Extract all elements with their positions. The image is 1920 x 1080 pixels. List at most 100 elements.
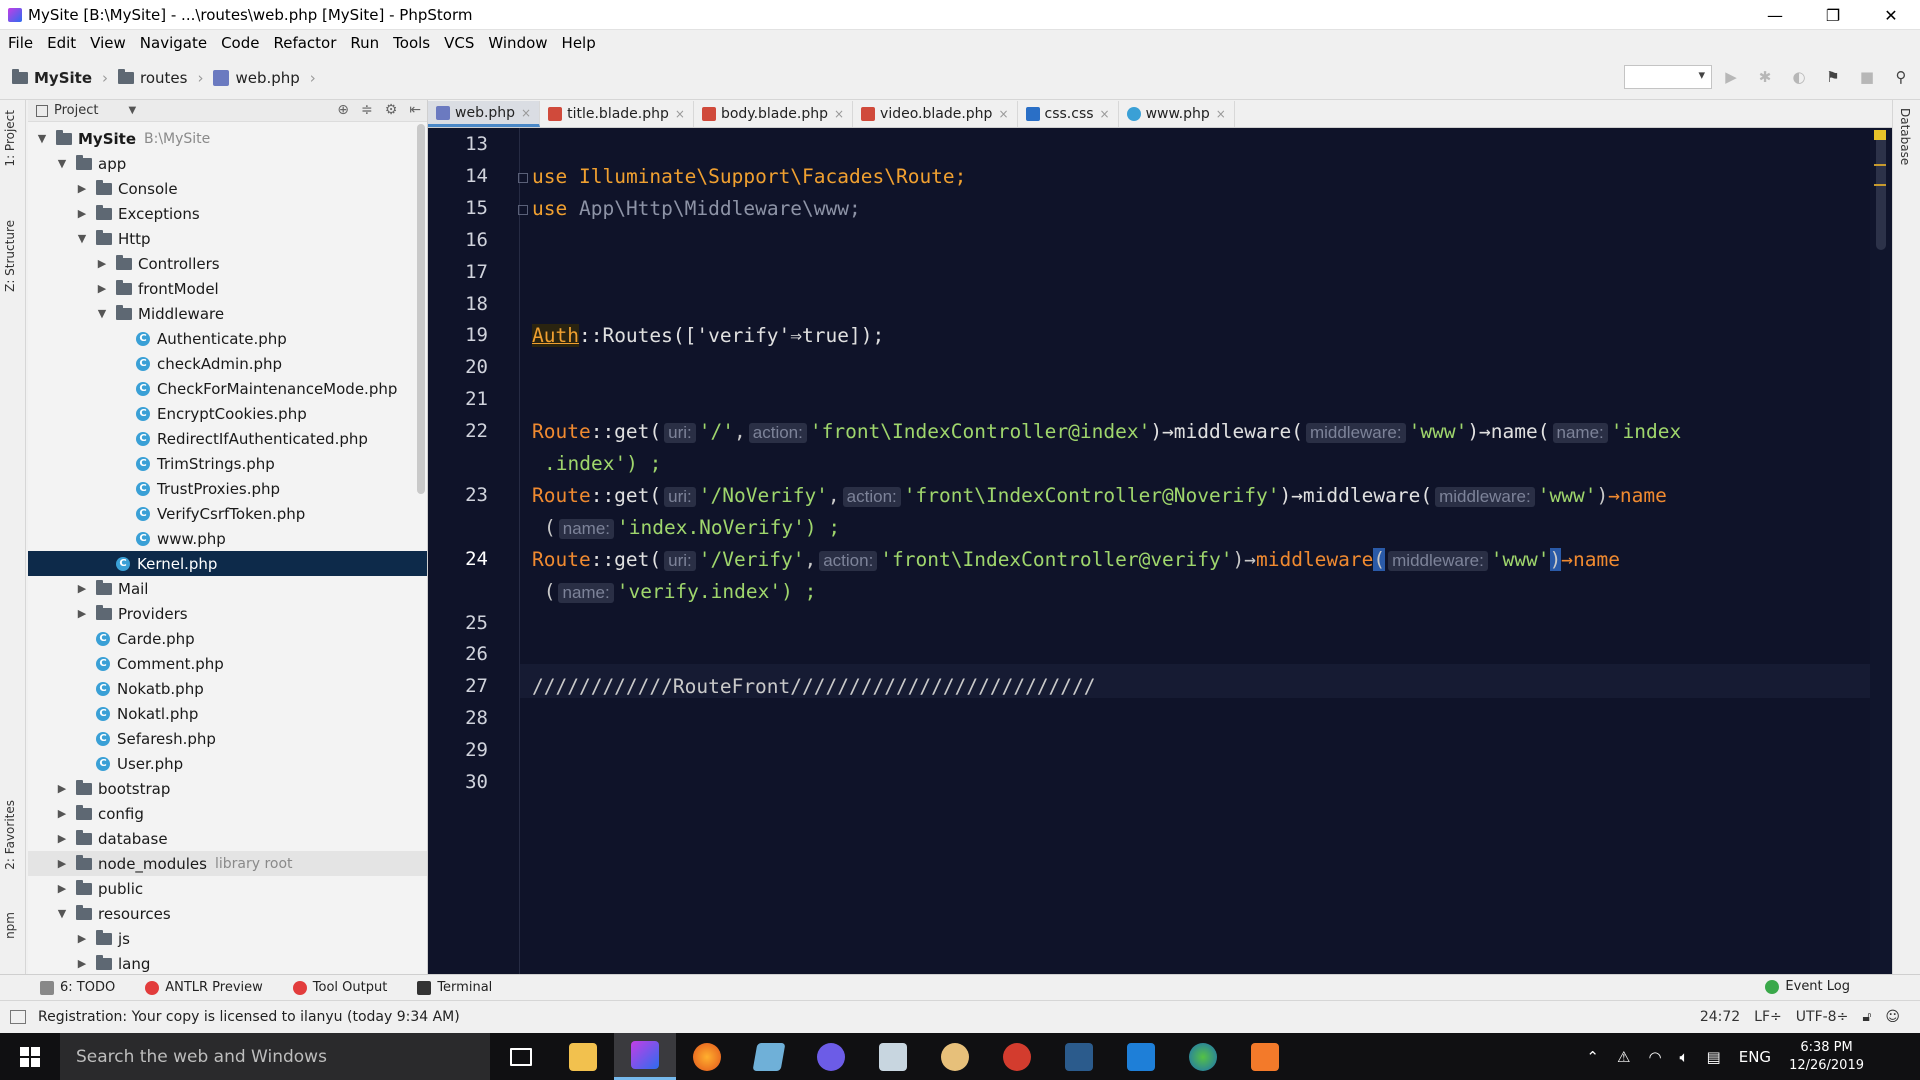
- minimize-button[interactable]: —: [1746, 0, 1804, 30]
- tree-item[interactable]: ▶ js: [28, 926, 427, 951]
- tree-item[interactable]: ▼ Middleware: [28, 301, 427, 326]
- close-button[interactable]: ✕: [1862, 0, 1920, 30]
- error-stripe-marker[interactable]: [1874, 184, 1886, 186]
- expanded-arrow-icon[interactable]: ▼: [56, 157, 68, 170]
- tree-item[interactable]: ▼ app: [28, 151, 427, 176]
- collapsed-arrow-icon[interactable]: ▶: [76, 582, 88, 595]
- wifi-icon[interactable]: ◠: [1648, 1048, 1661, 1066]
- tree-item[interactable]: ▼ MySite B:\MySite: [28, 126, 427, 151]
- app-button[interactable]: [738, 1033, 800, 1080]
- project-scrollbar[interactable]: [417, 124, 425, 494]
- chevron-up-icon[interactable]: ⌃: [1586, 1048, 1599, 1066]
- editor-tab[interactable]: body.blade.php ×: [694, 101, 854, 127]
- expanded-arrow-icon[interactable]: ▼: [76, 232, 88, 245]
- gear-icon[interactable]: ⚙: [385, 102, 398, 118]
- hide-panel-icon[interactable]: ⇤: [409, 102, 421, 118]
- run-configuration-select[interactable]: [1624, 65, 1712, 89]
- tree-item[interactable]: C Nokatl.php: [28, 701, 427, 726]
- inspector-icon[interactable]: ☺︎: [1885, 1009, 1900, 1025]
- breadcrumb-file[interactable]: web.php ›: [213, 69, 316, 87]
- show-desktop-button[interactable]: [1880, 1033, 1920, 1080]
- editor-tab[interactable]: web.php ×: [428, 101, 541, 127]
- menu-file[interactable]: File: [8, 34, 33, 52]
- menu-help[interactable]: Help: [562, 34, 596, 52]
- menu-tools[interactable]: Tools: [393, 34, 430, 52]
- warning-marker-icon[interactable]: [1874, 130, 1886, 140]
- collapse-all-icon[interactable]: ≑: [361, 102, 373, 118]
- tree-item[interactable]: ▶ lang: [28, 951, 427, 974]
- menu-refactor[interactable]: Refactor: [273, 34, 336, 52]
- tree-item[interactable]: C Sefaresh.php: [28, 726, 427, 751]
- app-button[interactable]: [1048, 1033, 1110, 1080]
- scroll-thumb[interactable]: [1876, 130, 1886, 250]
- close-tab-icon[interactable]: ×: [1100, 107, 1110, 121]
- start-button[interactable]: [0, 1033, 60, 1080]
- tree-item[interactable]: ▶ node_modules library root: [28, 851, 427, 876]
- caret-position[interactable]: 24:72: [1700, 1009, 1740, 1025]
- tree-item[interactable]: ▶ bootstrap: [28, 776, 427, 801]
- tree-item[interactable]: C TrustProxies.php: [28, 476, 427, 501]
- taskbar-clock[interactable]: 6:38 PM 12/26/2019: [1789, 1039, 1864, 1075]
- tree-item[interactable]: CcheckAdmin.php: [28, 351, 427, 376]
- menu-code[interactable]: Code: [221, 34, 259, 52]
- firefox-button[interactable]: [676, 1033, 738, 1080]
- collapsed-arrow-icon[interactable]: ▶: [56, 807, 68, 820]
- app-button[interactable]: [986, 1033, 1048, 1080]
- menu-navigate[interactable]: Navigate: [140, 34, 207, 52]
- tree-item[interactable]: C RedirectIfAuthenticated.php: [28, 426, 427, 451]
- collapsed-arrow-icon[interactable]: ▶: [96, 257, 108, 270]
- action-center-icon[interactable]: ▤: [1707, 1048, 1721, 1066]
- tree-item[interactable]: C Kernel.php: [28, 551, 427, 576]
- maximize-button[interactable]: ❐: [1804, 0, 1862, 30]
- collapsed-arrow-icon[interactable]: ▶: [56, 782, 68, 795]
- tree-item[interactable]: ▶ frontModel: [28, 276, 427, 301]
- app-button[interactable]: [862, 1033, 924, 1080]
- tree-item[interactable]: C Nokatb.php: [28, 676, 427, 701]
- language-indicator[interactable]: ENG: [1739, 1048, 1771, 1066]
- file-explorer-button[interactable]: [552, 1033, 614, 1080]
- tree-item[interactable]: ▶ Providers: [28, 601, 427, 626]
- browser-button[interactable]: [1172, 1033, 1234, 1080]
- tree-item[interactable]: C CheckForMaintenanceMode.php: [28, 376, 427, 401]
- app-button[interactable]: [1110, 1033, 1172, 1080]
- close-tab-icon[interactable]: ×: [834, 107, 844, 121]
- tree-item[interactable]: Cwww.php: [28, 526, 427, 551]
- task-view-button[interactable]: [490, 1033, 552, 1080]
- antlr-preview-tab[interactable]: ANTLR Preview: [145, 980, 263, 995]
- menu-vcs[interactable]: VCS: [444, 34, 474, 52]
- favorites-tool-tab[interactable]: 2: Favorites: [3, 800, 17, 870]
- menu-run[interactable]: Run: [350, 34, 379, 52]
- collapsed-arrow-icon[interactable]: ▶: [56, 857, 68, 870]
- fold-marker-icon[interactable]: [518, 173, 528, 183]
- stop-icon[interactable]: ■: [1856, 66, 1878, 88]
- file-encoding[interactable]: UTF-8÷: [1796, 1009, 1849, 1025]
- editor-tab[interactable]: video.blade.php ×: [853, 101, 1018, 127]
- collapsed-arrow-icon[interactable]: ▶: [76, 957, 88, 970]
- terminal-tab[interactable]: Terminal: [417, 980, 492, 995]
- status-message[interactable]: Registration: Your copy is licensed to i…: [38, 1009, 460, 1025]
- tree-item[interactable]: C VerifyCsrfToken.php: [28, 501, 427, 526]
- media-player-button[interactable]: [800, 1033, 862, 1080]
- tree-item[interactable]: ▶ config: [28, 801, 427, 826]
- tree-item[interactable]: ▶ Console: [28, 176, 427, 201]
- menu-edit[interactable]: Edit: [47, 34, 76, 52]
- menu-view[interactable]: View: [90, 34, 126, 52]
- tree-item[interactable]: C Comment.php: [28, 651, 427, 676]
- close-tab-icon[interactable]: ×: [675, 107, 685, 121]
- tree-item[interactable]: C Carde.php: [28, 626, 427, 651]
- code-editor[interactable]: 13 14 15 16 17 18 19 20 21 22 23 24 25 26 27 28 29 30 use…: [428, 128, 1892, 974]
- project-tool-tab[interactable]: 1: Project: [3, 110, 17, 167]
- error-stripe-marker[interactable]: [1874, 164, 1886, 166]
- tree-item[interactable]: ▶ Exceptions: [28, 201, 427, 226]
- tree-item[interactable]: ▼ Http: [28, 226, 427, 251]
- collapsed-arrow-icon[interactable]: ▶: [96, 282, 108, 295]
- tree-item[interactable]: ▶ database: [28, 826, 427, 851]
- tree-item[interactable]: ▶ public: [28, 876, 427, 901]
- editor-tab[interactable]: css.css ×: [1018, 101, 1119, 127]
- coverage-icon[interactable]: ◐: [1788, 66, 1810, 88]
- structure-tool-tab[interactable]: Z: Structure: [3, 220, 17, 292]
- expanded-arrow-icon[interactable]: ▼: [96, 307, 108, 320]
- menu-window[interactable]: Window: [488, 34, 547, 52]
- volume-icon[interactable]: 🔈︎: [1680, 1048, 1689, 1066]
- collapsed-arrow-icon[interactable]: ▶: [56, 882, 68, 895]
